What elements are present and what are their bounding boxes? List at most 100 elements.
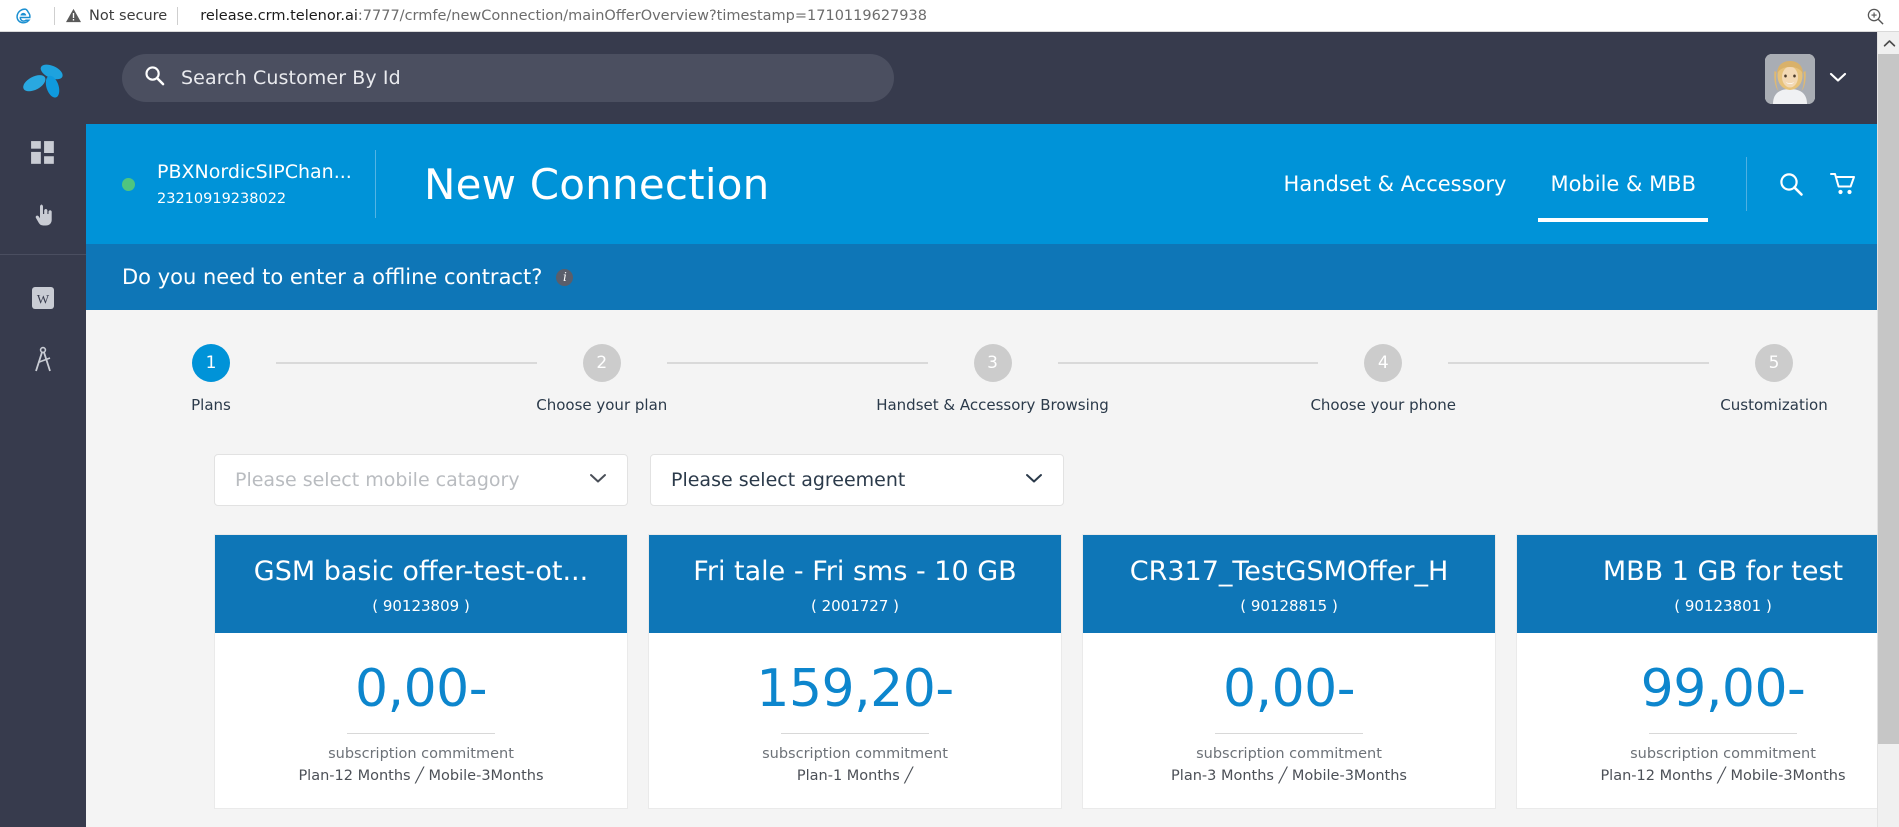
customer-status-dot (122, 177, 135, 191)
offer-card[interactable]: GSM basic offer-test-ot... ( 90123809 ) … (214, 534, 628, 809)
agreement-value: Please select agreement (671, 469, 906, 491)
offer-card-grid-next-row (86, 809, 1899, 827)
url-path: :7777/crmfe/newConnection/mainOfferOverv… (357, 7, 927, 24)
step-number: 1 (192, 344, 230, 382)
svg-text:W: W (37, 291, 50, 306)
offer-card-header: MBB 1 GB for test ( 90123801 ) (1517, 535, 1899, 633)
telenor-propeller-logo[interactable] (0, 32, 86, 124)
toolbar-divider-1 (54, 6, 55, 25)
step-handset-accessory-browsing[interactable]: 3 Handset & Accessory Browsing (876, 344, 1109, 414)
main-column: Search Customer By Id PBXNordicSIPChan..… (86, 32, 1899, 827)
page-title: New Connection (424, 159, 770, 209)
offer-code: ( 2001727 ) (810, 596, 900, 615)
offer-card-header: Fri tale - Fri sms - 10 GB ( 2001727 ) (649, 535, 1061, 633)
security-status[interactable]: Not secure (65, 8, 167, 24)
offer-commitment-detail: Plan-12 Months ╱ Mobile-3Months (298, 767, 544, 784)
offer-price: 0,00- (354, 658, 488, 719)
step-label: Plans (191, 396, 231, 414)
browser-toolbar: Not secure release.crm.telenor.ai:7777/c… (0, 0, 1899, 32)
header-nav: Handset & Accessory Mobile & MBB (1262, 124, 1869, 244)
tab-handset-accessory[interactable]: Handset & Accessory (1262, 124, 1529, 244)
offer-commitment-detail: Plan-12 Months ╱ Mobile-3Months (1600, 767, 1846, 784)
page-scrollbar[interactable] (1877, 32, 1899, 827)
application-frame: W Search Customer By Id PBXNordicSIPChan… (0, 32, 1899, 827)
offer-card-header: CR317_TestGSMOffer_H ( 90128815 ) (1083, 535, 1495, 633)
chevron-down-icon (589, 471, 607, 489)
avatar[interactable] (1765, 54, 1815, 104)
step-number: 2 (582, 344, 621, 382)
offer-commitment-label: subscription commitment (1196, 745, 1382, 762)
offer-price: 99,00- (1640, 658, 1806, 719)
shopping-cart-icon[interactable] (1817, 171, 1869, 197)
rail-divider (0, 254, 86, 255)
search-input[interactable]: Search Customer By Id (181, 67, 401, 89)
offline-contract-banner: Do you need to enter a offline contract?… (86, 244, 1899, 310)
step-label: Choose your plan (536, 396, 668, 414)
sidebar-item-dashboard[interactable] (0, 124, 86, 186)
scrollbar-thumb[interactable] (1878, 54, 1899, 744)
offer-title: GSM basic offer-test-ot... (253, 557, 589, 587)
offline-contract-question[interactable]: Do you need to enter a offline contract? (122, 265, 542, 289)
step-number: 5 (1755, 344, 1793, 382)
progress-stepper: 1 Plans 2 Choose your plan 3 Handset & A… (86, 310, 1899, 414)
offer-code: ( 90123809 ) (372, 596, 470, 615)
search-icon (144, 65, 165, 91)
step-label: Choose your phone (1310, 396, 1457, 414)
offer-card-body: 0,00- subscription commitment Plan-3 Mon… (1083, 633, 1495, 808)
offer-divider (347, 732, 495, 734)
address-bar[interactable]: release.crm.telenor.ai:7777/crmfe/newCon… (200, 8, 927, 24)
step-number: 3 (973, 344, 1012, 382)
offer-commitment-detail: Plan-1 Months ╱ (796, 767, 914, 784)
step-choose-your-plan[interactable]: 2 Choose your plan (536, 344, 668, 414)
offer-card-body: 99,00- subscription commitment Plan-12 M… (1517, 633, 1899, 808)
chevron-down-icon[interactable] (1829, 70, 1847, 88)
page-header: PBXNordicSIPChan... 23210919238022 New C… (86, 124, 1899, 244)
offer-divider (781, 732, 929, 734)
offer-divider (1215, 732, 1363, 734)
header-divider (375, 150, 376, 218)
warning-triangle-icon (65, 8, 82, 23)
step-customization[interactable]: 5 Customization (1709, 344, 1839, 414)
offer-card[interactable]: Fri tale - Fri sms - 10 GB ( 2001727 ) 1… (648, 534, 1062, 809)
header-nav-divider (1746, 157, 1747, 211)
header-search-icon[interactable] (1765, 171, 1817, 197)
sidebar-item-tools[interactable] (0, 331, 86, 393)
top-bar: Search Customer By Id (86, 32, 1899, 124)
step-label: Handset & Accessory Browsing (876, 396, 1109, 414)
pointing-hand-icon (31, 202, 55, 233)
step-connector (276, 362, 537, 364)
offer-card-body: 0,00- subscription commitment Plan-12 Mo… (215, 633, 627, 808)
agreement-select[interactable]: Please select agreement (650, 454, 1064, 506)
scrollbar-up-button[interactable] (1878, 32, 1899, 54)
step-label: Customization (1720, 396, 1828, 414)
zoom-in-icon[interactable] (1866, 7, 1885, 26)
step-choose-your-phone[interactable]: 4 Choose your phone (1310, 344, 1456, 414)
left-navigation-rail: W (0, 32, 86, 827)
step-number: 4 (1364, 344, 1403, 382)
browser-logo-icon (14, 5, 36, 27)
mobile-category-select[interactable]: Please select mobile catagory (214, 454, 628, 506)
customer-id: 23210919238022 (157, 191, 287, 207)
mobile-category-value: Please select mobile catagory (235, 469, 520, 491)
info-circle-icon[interactable]: i (556, 268, 574, 286)
offer-price: 159,20- (756, 658, 954, 719)
offer-card[interactable]: MBB 1 GB for test ( 90123801 ) 99,00- su… (1516, 534, 1899, 809)
tab-mobile-mbb[interactable]: Mobile & MBB (1528, 124, 1718, 244)
w-box-icon: W (30, 285, 56, 316)
offer-price: 0,00- (1222, 658, 1356, 719)
offer-card-header: GSM basic offer-test-ot... ( 90123809 ) (215, 535, 627, 633)
offer-card[interactable]: CR317_TestGSMOffer_H ( 90128815 ) 0,00- … (1082, 534, 1496, 809)
sidebar-item-selection[interactable] (0, 186, 86, 248)
customer-search-field[interactable]: Search Customer By Id (122, 54, 894, 102)
chevron-up-icon (1883, 39, 1895, 47)
sidebar-item-workspace[interactable]: W (0, 269, 86, 331)
offer-code: ( 90123801 ) (1674, 596, 1772, 615)
user-menu[interactable] (1765, 54, 1847, 104)
offer-commitment-label: subscription commitment (328, 745, 514, 762)
step-connector (1448, 362, 1709, 364)
step-plans[interactable]: 1 Plans (146, 344, 276, 414)
url-host: release.crm.telenor.ai (200, 7, 358, 24)
toolbar-divider-2 (177, 6, 179, 25)
customer-info[interactable]: PBXNordicSIPChan... 23210919238022 (157, 161, 357, 207)
dashboard-grid-icon (30, 140, 56, 171)
